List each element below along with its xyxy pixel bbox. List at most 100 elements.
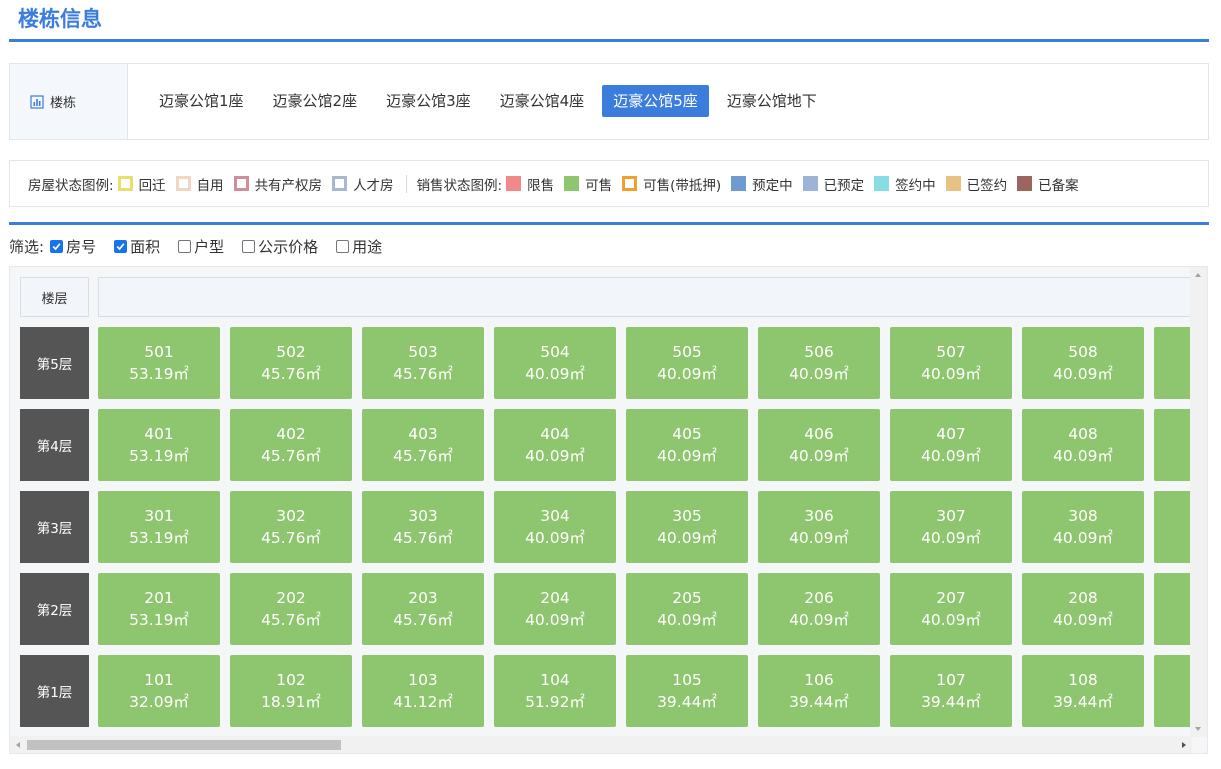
building-tab[interactable]: 迈豪公馆地下 [716,85,828,117]
checkbox-icon[interactable] [242,240,256,253]
unit-cell[interactable]: 204 40.09㎡ [494,573,616,645]
filter-bar: 筛选: 房号 面积 户型 公示价格 用途 [9,236,400,257]
unit-cell[interactable]: 506 40.09㎡ [758,327,880,399]
filter-option-label: 户型 [194,238,225,256]
unit-area: 40.09㎡ [657,447,717,465]
unit-cell[interactable]: 303 45.76㎡ [362,491,484,563]
horizontal-scroll-thumb[interactable] [27,740,341,750]
unit-room-number: 305 [672,507,702,525]
filter-option-label: 面积 [130,238,161,256]
legend-swatch-icon [1017,176,1033,191]
unit-cell[interactable]: 402 45.76㎡ [230,409,352,481]
unit-area: 53.19㎡ [129,529,189,547]
building-chart-icon [30,94,44,109]
legend-label: 已备案 [1038,177,1079,194]
building-tab[interactable]: 迈豪公馆2座 [262,85,369,117]
scroll-left-icon[interactable] [16,742,20,748]
legend-item: 已备案 [1017,174,1079,194]
unit-cell[interactable]: 207 40.09㎡ [890,573,1012,645]
building-tab[interactable]: 迈豪公馆3座 [375,85,482,117]
unit-cell[interactable]: 404 40.09㎡ [494,409,616,481]
legend-swatch-icon [332,176,348,191]
building-tab[interactable]: 迈豪公馆1座 [148,85,255,117]
scroll-up-icon[interactable] [1195,273,1201,277]
unit-cell[interactable]: 304 40.09㎡ [494,491,616,563]
unit-cell[interactable]: 405 40.09㎡ [626,409,748,481]
filter-option[interactable]: 用途 [336,236,382,257]
unit-area: 40.09㎡ [921,447,981,465]
unit-cell[interactable]: 508 40.09㎡ [1022,327,1144,399]
units-column-header [98,277,1198,317]
scroll-down-icon[interactable] [1195,727,1201,731]
unit-cell[interactable]: 103 41.12㎡ [362,655,484,727]
unit-cell[interactable]: 305 40.09㎡ [626,491,748,563]
checkbox-checked-icon[interactable] [114,240,128,253]
unit-area: 45.76㎡ [393,365,453,383]
filter-option[interactable]: 户型 [178,236,224,257]
unit-cell[interactable]: 504 40.09㎡ [494,327,616,399]
unit-cell[interactable]: 106 39.44㎡ [758,655,880,727]
unit-cell[interactable]: 208 40.09㎡ [1022,573,1144,645]
unit-cell[interactable]: 306 40.09㎡ [758,491,880,563]
unit-cell[interactable]: 507 40.09㎡ [890,327,1012,399]
unit-room-number: 402 [276,425,306,443]
building-label-cell: 楼栋 [10,64,128,139]
sale-status-legend: 销售状态图例: 限售 可售 可售(带抵押) 预定中 已预定 签约中 已签约 已备案 [417,174,1089,194]
filter-option[interactable]: 面积 [114,236,160,257]
unit-cell[interactable]: 108 39.44㎡ [1022,655,1144,727]
unit-cell[interactable]: 502 45.76㎡ [230,327,352,399]
unit-room-number: 406 [804,425,834,443]
filter-option[interactable]: 房号 [50,236,96,257]
horizontal-scrollbar[interactable] [10,736,1192,753]
unit-cell[interactable]: 105 39.44㎡ [626,655,748,727]
unit-cell[interactable]: 403 45.76㎡ [362,409,484,481]
legend-item: 签约中 [874,174,936,194]
unit-area: 45.76㎡ [261,529,321,547]
unit-cell[interactable]: 101 32.09㎡ [98,655,220,727]
unit-cell[interactable]: 505 40.09㎡ [626,327,748,399]
unit-cell[interactable]: 307 40.09㎡ [890,491,1012,563]
unit-cell[interactable]: 201 53.19㎡ [98,573,220,645]
unit-area: 39.44㎡ [789,693,849,711]
checkbox-icon[interactable] [178,240,192,253]
unit-cell[interactable]: 104 51.92㎡ [494,655,616,727]
building-tab[interactable]: 迈豪公馆4座 [489,85,596,117]
unit-cell[interactable]: 206 40.09㎡ [758,573,880,645]
scroll-right-icon[interactable] [1182,742,1186,748]
filter-option[interactable]: 公示价格 [242,236,318,257]
legend-swatch-icon [233,176,249,191]
unit-cell[interactable]: 202 45.76㎡ [230,573,352,645]
unit-room-number: 101 [144,671,174,689]
legend-item: 可售(带抵押) [622,174,721,194]
legend-swatch-icon [945,176,961,191]
unit-area: 40.09㎡ [1053,611,1113,629]
house-status-legend: 房屋状态图例: 回迁 自用 共有产权房 人才房 [28,174,404,194]
unit-area: 45.76㎡ [393,529,453,547]
unit-cell[interactable]: 301 53.19㎡ [98,491,220,563]
unit-cell[interactable]: 406 40.09㎡ [758,409,880,481]
unit-area: 40.09㎡ [789,365,849,383]
unit-room-number: 308 [1068,507,1098,525]
unit-cell[interactable]: 408 40.09㎡ [1022,409,1144,481]
unit-cell[interactable]: 407 40.09㎡ [890,409,1012,481]
legend-label: 限售 [527,177,555,194]
unit-cell[interactable]: 302 45.76㎡ [230,491,352,563]
unit-room-number: 201 [144,589,174,607]
checkbox-icon[interactable] [336,240,350,253]
unit-cell[interactable]: 308 40.09㎡ [1022,491,1144,563]
unit-cell[interactable]: 205 40.09㎡ [626,573,748,645]
building-tab[interactable]: 迈豪公馆5座 [602,85,709,117]
unit-cell[interactable]: 203 45.76㎡ [362,573,484,645]
unit-room-number: 507 [936,343,966,361]
unit-cell[interactable]: 503 45.76㎡ [362,327,484,399]
checkbox-checked-icon[interactable] [50,240,64,253]
unit-area: 39.44㎡ [1053,693,1113,711]
unit-cell[interactable]: 102 18.91㎡ [230,655,352,727]
vertical-scrollbar[interactable] [1190,267,1207,737]
legend-swatch-icon [731,176,747,191]
filter-label: 筛选: [9,238,45,256]
unit-cell[interactable]: 501 53.19㎡ [98,327,220,399]
unit-cell[interactable]: 401 53.19㎡ [98,409,220,481]
unit-cell[interactable]: 107 39.44㎡ [890,655,1012,727]
title-divider [9,39,1209,42]
